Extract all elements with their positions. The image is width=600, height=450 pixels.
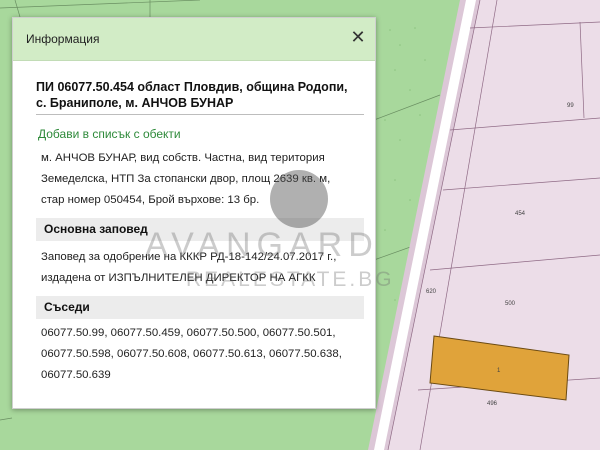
parcel-title: ПИ 06077.50.454 област Пловдив, община Р… xyxy=(36,79,358,111)
watermark-logo-icon xyxy=(270,170,328,228)
neighbors-line: 06077.50.598, 06077.50.608, 06077.50.613… xyxy=(41,348,342,360)
close-icon[interactable]: ✕ xyxy=(349,28,367,46)
divider xyxy=(36,114,364,115)
map-label-454: 454 xyxy=(515,211,526,217)
neighbors-section-heading: Съседи xyxy=(36,296,364,319)
parcel-title-line: с. Браниполе, м. АНЧОВ БУНАР xyxy=(36,96,234,110)
map-label-500: 500 xyxy=(505,301,516,307)
neighbors-list: 06077.50.99, 06077.50.459, 06077.50.500,… xyxy=(41,323,356,386)
watermark-brand: AVANGARD xyxy=(145,226,379,264)
map-label-620: 620 xyxy=(426,289,437,295)
popup-title: Информация xyxy=(26,32,100,46)
watermark-domain: REALESTATE.BG xyxy=(186,268,395,291)
neighbors-line: 06077.50.99, 06077.50.459, 06077.50.500,… xyxy=(41,327,336,339)
details-line: м. АНЧОВ БУНАР, вид собств. Частна, вид … xyxy=(41,152,325,164)
popup-header: Информация ✕ xyxy=(13,18,375,61)
neighbors-line: 06077.50.639 xyxy=(41,369,111,381)
map-label-496: 496 xyxy=(487,401,498,407)
parcel-title-line: ПИ 06077.50.454 област Пловдив, община Р… xyxy=(36,80,348,94)
add-to-list-link[interactable]: Добави в списък с обекти xyxy=(38,127,181,141)
map-label-99: 99 xyxy=(567,103,574,109)
